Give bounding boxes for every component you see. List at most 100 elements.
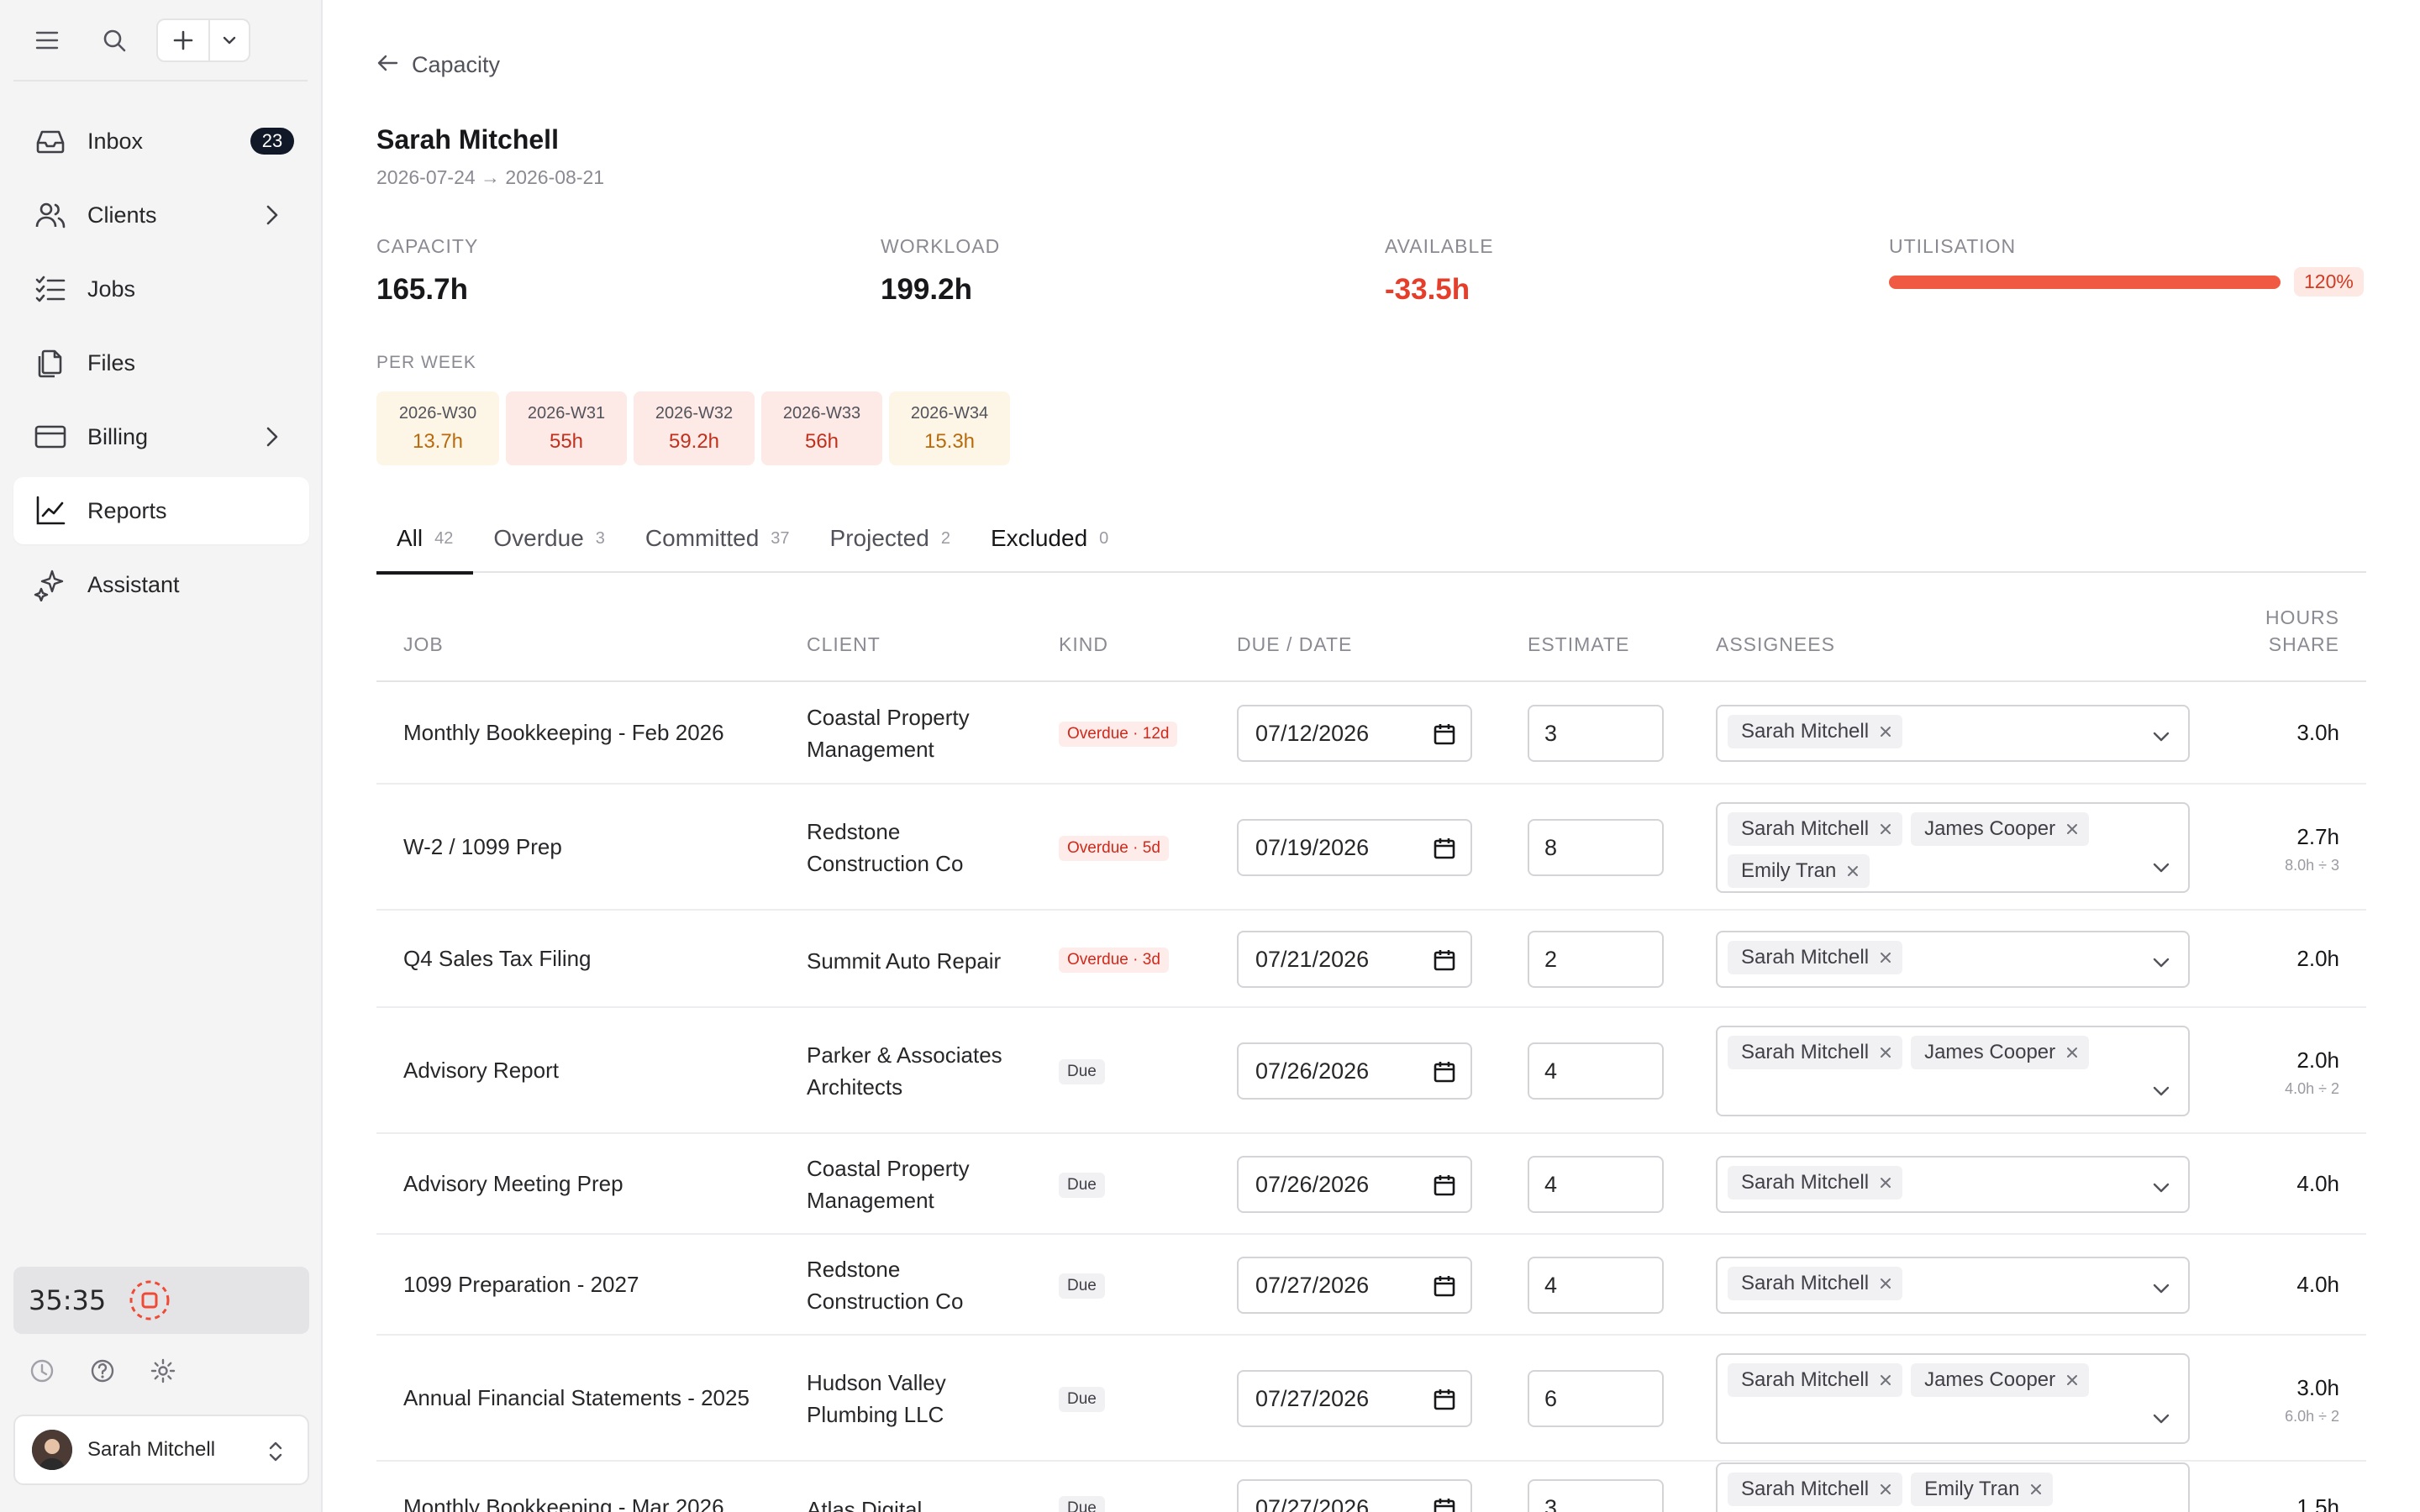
chevron-down-icon[interactable] [210, 35, 249, 45]
plus-icon[interactable] [158, 20, 210, 60]
remove-assignee-icon[interactable] [1879, 1176, 1892, 1189]
due-date-input[interactable]: 07/12/2026 [1237, 705, 1472, 762]
client-name[interactable]: Summit Auto Repair [807, 945, 1001, 977]
column-header-assignees[interactable]: ASSIGNEES [1716, 633, 1835, 656]
job-name[interactable]: Q4 Sales Tax Filing [403, 946, 592, 972]
due-date-input[interactable]: 07/26/2026 [1237, 1042, 1472, 1100]
calendar-icon[interactable] [1434, 723, 1455, 745]
chevron-down-icon[interactable] [2151, 953, 2171, 973]
due-date-input[interactable]: 07/21/2026 [1237, 931, 1472, 988]
column-header-hours[interactable]: HOURS [2265, 606, 2339, 629]
remove-assignee-icon[interactable] [2065, 822, 2079, 836]
assignees-select[interactable]: Sarah Mitchell James Cooper [1716, 1353, 2190, 1444]
client-name[interactable]: Redstone Construction Co [807, 1253, 963, 1317]
client-name[interactable]: Parker & Associates Architects [807, 1039, 1002, 1103]
chevron-up-down-icon[interactable] [262, 1436, 289, 1467]
remove-assignee-icon[interactable] [2065, 1046, 2079, 1059]
due-date-input[interactable]: 07/27/2026 [1237, 1479, 1472, 1512]
sidebar-item-jobs[interactable]: Jobs [13, 255, 309, 323]
chevron-right-icon[interactable] [255, 198, 289, 232]
client-name[interactable]: Redstone Construction Co [807, 816, 963, 879]
assignees-select[interactable]: Sarah Mitchell James Cooper Emily Tran [1716, 802, 2190, 893]
remove-assignee-icon[interactable] [1879, 822, 1892, 836]
settings-gear-icon[interactable] [148, 1356, 178, 1386]
assignees-select[interactable]: Sarah Mitchell [1716, 705, 2190, 762]
chevron-right-icon[interactable] [255, 420, 289, 454]
remove-assignee-icon[interactable] [1879, 951, 1892, 964]
assignees-select[interactable]: Sarah Mitchell [1716, 1257, 2190, 1314]
remove-assignee-icon[interactable] [2029, 1483, 2043, 1496]
history-icon[interactable] [27, 1356, 57, 1386]
stop-timer-icon[interactable] [128, 1278, 171, 1322]
chevron-down-icon[interactable] [2151, 1278, 2171, 1299]
tab-label[interactable]: Excluded [991, 525, 1087, 552]
remove-assignee-icon[interactable] [1879, 725, 1892, 738]
job-name[interactable]: Advisory Report [403, 1058, 559, 1084]
tab-overdue[interactable]: Overdue 3 [473, 504, 625, 573]
client-name[interactable]: Hudson Valley Plumbing LLC [807, 1367, 946, 1431]
chevron-down-icon[interactable] [2151, 858, 2171, 878]
user-menu[interactable]: Sarah Mitchell [13, 1415, 309, 1485]
due-date-input[interactable]: 07/27/2026 [1237, 1257, 1472, 1314]
job-name[interactable]: 1099 Preparation - 2027 [403, 1272, 639, 1298]
job-name[interactable]: Advisory Meeting Prep [403, 1171, 623, 1197]
estimate-input[interactable]: 3 [1528, 705, 1664, 762]
tab-projected[interactable]: Projected 2 [810, 504, 971, 573]
chevron-down-icon[interactable] [2151, 727, 2171, 747]
remove-assignee-icon[interactable] [1879, 1277, 1892, 1290]
tab-label[interactable]: Overdue [493, 525, 583, 552]
calendar-icon[interactable] [1434, 837, 1455, 859]
calendar-icon[interactable] [1434, 949, 1455, 971]
sidebar-item-billing[interactable]: Billing [13, 403, 309, 470]
tab-committed[interactable]: Committed 37 [625, 504, 810, 573]
remove-assignee-icon[interactable] [2065, 1373, 2079, 1387]
estimate-input[interactable]: 3 [1528, 1479, 1664, 1512]
column-header-due[interactable]: DUE / DATE [1237, 633, 1352, 656]
assignees-select[interactable]: Sarah Mitchell James Cooper [1716, 1026, 2190, 1116]
sidebar-item-reports[interactable]: Reports [13, 477, 309, 544]
new-item-button[interactable] [156, 18, 250, 62]
sidebar-item-inbox[interactable]: Inbox 23 [13, 108, 309, 175]
due-date-input[interactable]: 07/27/2026 [1237, 1370, 1472, 1427]
estimate-input[interactable]: 8 [1528, 819, 1664, 876]
assignees-select[interactable]: Sarah Mitchell [1716, 931, 2190, 988]
tab-label[interactable]: All [397, 525, 423, 552]
back-link-label[interactable]: Capacity [412, 52, 500, 78]
column-header-job[interactable]: JOB [403, 633, 444, 656]
calendar-icon[interactable] [1434, 1174, 1455, 1196]
chevron-down-icon[interactable] [2151, 1178, 2171, 1198]
tab-excluded[interactable]: Excluded 0 [971, 504, 1128, 573]
due-date-input[interactable]: 07/19/2026 [1237, 819, 1472, 876]
column-header-client[interactable]: CLIENT [807, 633, 881, 656]
due-date-input[interactable]: 07/26/2026 [1237, 1156, 1472, 1213]
search-icon[interactable] [97, 24, 131, 57]
chevron-down-icon[interactable] [2151, 1409, 2171, 1429]
calendar-icon[interactable] [1434, 1389, 1455, 1410]
help-icon[interactable] [87, 1356, 118, 1386]
column-header-kind[interactable]: KIND [1059, 633, 1108, 656]
assignees-select[interactable]: Sarah Mitchell Emily Tran [1716, 1462, 2190, 1512]
job-name[interactable]: Monthly Bookkeeping - Mar 2026 [403, 1494, 724, 1512]
time-tracker[interactable]: 35:35 [13, 1267, 309, 1334]
tab-label[interactable]: Projected [830, 525, 929, 552]
column-header-estimate[interactable]: ESTIMATE [1528, 633, 1629, 656]
job-name[interactable]: W-2 / 1099 Prep [403, 834, 562, 860]
calendar-icon[interactable] [1434, 1275, 1455, 1297]
remove-assignee-icon[interactable] [1879, 1373, 1892, 1387]
calendar-icon[interactable] [1434, 1498, 1455, 1512]
remove-assignee-icon[interactable] [1879, 1046, 1892, 1059]
tab-all[interactable]: All 42 [376, 504, 474, 575]
client-name[interactable]: Coastal Property Management [807, 701, 970, 765]
estimate-input[interactable]: 4 [1528, 1156, 1664, 1213]
arrow-left-icon[interactable] [376, 52, 398, 78]
sidebar-item-files[interactable]: Files [13, 329, 309, 396]
remove-assignee-icon[interactable] [1879, 1483, 1892, 1496]
sidebar-item-assistant[interactable]: Assistant [13, 551, 309, 618]
menu-icon[interactable] [30, 24, 64, 57]
estimate-input[interactable]: 4 [1528, 1257, 1664, 1314]
sidebar-item-clients[interactable]: Clients [13, 181, 309, 249]
back-link[interactable]: Capacity [376, 52, 500, 78]
estimate-input[interactable]: 4 [1528, 1042, 1664, 1100]
assignees-select[interactable]: Sarah Mitchell [1716, 1156, 2190, 1213]
client-name[interactable]: Atlas Digital [807, 1494, 922, 1512]
